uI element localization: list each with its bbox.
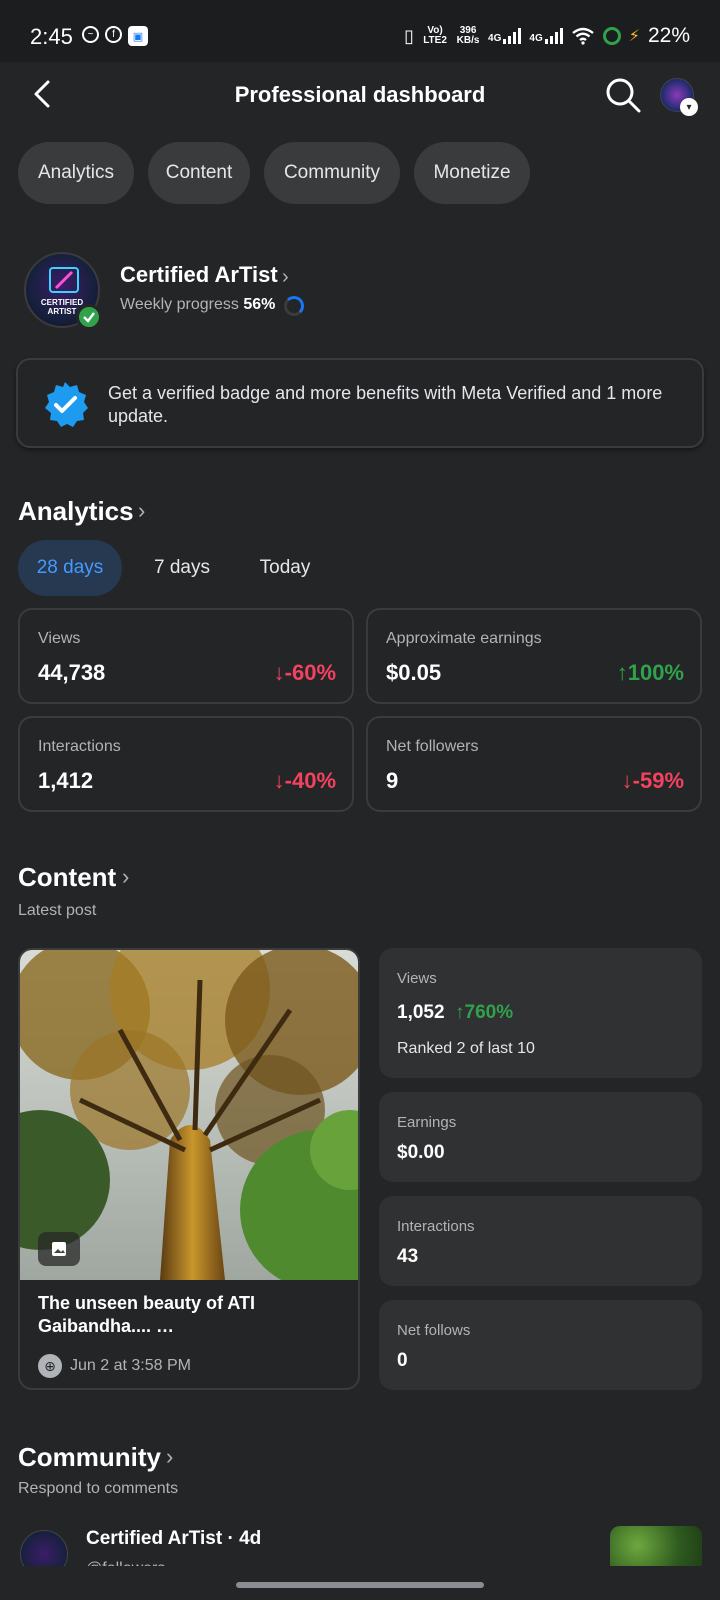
stat-label: Earnings	[397, 1114, 457, 1131]
stat-change: ↑760%	[455, 1002, 513, 1024]
metric-label: Interactions	[38, 738, 121, 755]
wifi-icon	[571, 27, 594, 45]
metric-card-earnings[interactable]: Approximate earnings $0.05 ↑100%	[366, 608, 702, 704]
content-section-title[interactable]: Content	[18, 862, 116, 893]
arrow-down-icon: ↓	[273, 768, 285, 793]
post-meta: ⊕ Jun 2 at 3:58 PM	[38, 1354, 191, 1378]
photo-icon	[38, 1232, 80, 1266]
globe-icon: ⊕	[38, 1354, 62, 1378]
community-subtitle: Respond to comments	[18, 1480, 179, 1497]
facebook-icon: f	[105, 26, 122, 43]
chevron-right-icon[interactable]: ›	[166, 1444, 173, 1470]
tab-content[interactable]: Content	[148, 142, 250, 204]
stat-label: Net follows	[397, 1322, 471, 1339]
signal-2: 4G	[529, 28, 563, 44]
signal-bars-icon	[503, 28, 522, 44]
metric-change: ↑100%	[617, 660, 684, 686]
app-notification-icon: ▣	[128, 26, 148, 46]
metric-label: Views	[38, 630, 81, 647]
metric-change: ↓-60%	[274, 660, 336, 686]
battery-level: 22%	[647, 24, 690, 47]
metric-value: $0.05	[386, 660, 442, 685]
post-date: Jun 2 at 3:58 PM	[70, 1357, 191, 1374]
weekly-progress: Weekly progress 56%	[120, 296, 275, 314]
metric-label: Approximate earnings	[386, 630, 542, 647]
metric-card-views[interactable]: Views 44,738 ↓-60%	[18, 608, 354, 704]
stat-value: 43	[397, 1246, 419, 1267]
post-thumbnail	[20, 950, 358, 1280]
metric-value: 44,738	[38, 660, 106, 685]
weekly-progress-value: 56%	[243, 296, 276, 313]
range-7-days[interactable]: 7 days	[138, 540, 226, 596]
analytics-section-title[interactable]: Analytics	[18, 496, 134, 527]
chevron-right-icon[interactable]: ›	[122, 864, 129, 890]
arrow-up-icon: ↑	[616, 660, 628, 685]
vibrate-icon: ▯	[404, 25, 415, 46]
charging-icon: ⚡	[628, 28, 640, 45]
post-follows-card[interactable]: Net follows 0	[379, 1300, 702, 1390]
tab-monetize[interactable]: Monetize	[414, 142, 530, 204]
profile-name[interactable]: Certified ArTist	[120, 262, 278, 288]
meta-verified-card[interactable]: Get a verified badge and more benefits w…	[16, 358, 704, 448]
artist-logo-icon	[49, 267, 79, 293]
metric-value: 9	[386, 768, 399, 793]
arrow-up-icon: ↑	[455, 1002, 465, 1023]
arrow-down-icon: ↓	[273, 660, 285, 685]
metric-change-value: -60%	[284, 660, 336, 685]
post-earnings-card[interactable]: Earnings $0.00	[379, 1092, 702, 1182]
chevron-down-icon[interactable]: ▾	[680, 98, 698, 116]
metric-change-value: 100%	[627, 660, 684, 685]
tab-analytics[interactable]: Analytics	[18, 142, 134, 204]
community-section-title[interactable]: Community	[18, 1442, 161, 1473]
weekly-progress-label: Weekly progress	[120, 296, 239, 313]
stat-value: 0	[397, 1350, 408, 1371]
arrow-down-icon: ↓	[621, 768, 633, 793]
metric-label: Net followers	[386, 738, 479, 755]
status-right: ▯ Vo) LTE2 396 KB/s 4G 4G ⚡ 22%	[404, 24, 690, 48]
app-header: Professional dashboard ▾	[0, 62, 720, 130]
stat-label: Interactions	[397, 1218, 475, 1235]
search-icon[interactable]	[604, 76, 642, 114]
metric-card-interactions[interactable]: Interactions 1,412 ↓-40%	[18, 716, 354, 812]
range-today[interactable]: Today	[244, 540, 326, 596]
verified-check-icon	[76, 304, 102, 330]
content-subtitle: Latest post	[18, 902, 97, 919]
progress-ring-icon	[284, 296, 304, 316]
metric-change-value: -40%	[284, 768, 336, 793]
tab-community[interactable]: Community	[264, 142, 400, 204]
net-speed: 396 KB/s	[456, 25, 480, 46]
signal-1: 4G	[488, 28, 522, 44]
notification-icons: ~ f ▣	[82, 26, 148, 46]
signal-bars-icon	[544, 28, 563, 44]
verified-badge-icon	[45, 382, 88, 427]
network-type-2: 4G	[529, 33, 543, 44]
metric-card-net-followers[interactable]: Net followers 9 ↓-59%	[366, 716, 702, 812]
post-caption: The unseen beauty of ATI Gaibandha.... …	[38, 1293, 256, 1336]
chevron-right-icon[interactable]: ›	[138, 498, 145, 524]
chevron-right-icon[interactable]: ›	[282, 266, 289, 289]
status-time: 2:45	[30, 24, 73, 49]
post-views-card[interactable]: Views 1,052 ↑760% Ranked 2 of last 10	[379, 948, 702, 1078]
stat-rank: Ranked 2 of last 10	[397, 1040, 535, 1057]
range-28-days[interactable]: 28 days	[18, 540, 122, 596]
post-interactions-card[interactable]: Interactions 43	[379, 1196, 702, 1286]
metric-change: ↓-40%	[274, 768, 336, 794]
meta-verified-text: Get a verified badge and more benefits w…	[108, 383, 663, 426]
stat-change-value: 760%	[464, 1002, 514, 1023]
sync-ring-icon	[602, 27, 621, 45]
metric-change: ↓-59%	[622, 768, 684, 794]
metric-value: 1,412	[38, 768, 94, 793]
messenger-icon: ~	[82, 26, 99, 43]
stat-label: Views	[397, 970, 437, 987]
metric-change-value: -59%	[632, 768, 684, 793]
latest-post-card[interactable]: The unseen beauty of ATI Gaibandha.... ……	[18, 948, 360, 1390]
status-bar: 2:45 ~ f ▣ ▯ Vo) LTE2 396 KB/s 4G 4G ⚡ 2…	[0, 0, 720, 62]
stat-value: $0.00	[397, 1142, 445, 1163]
network-type-1: 4G	[488, 33, 502, 44]
stat-value: 1,052	[397, 1002, 445, 1023]
comment-author: Certified ArTist · 4d	[86, 1528, 262, 1549]
volte-indicator: Vo) LTE2	[423, 25, 447, 46]
home-indicator[interactable]	[236, 1582, 484, 1588]
